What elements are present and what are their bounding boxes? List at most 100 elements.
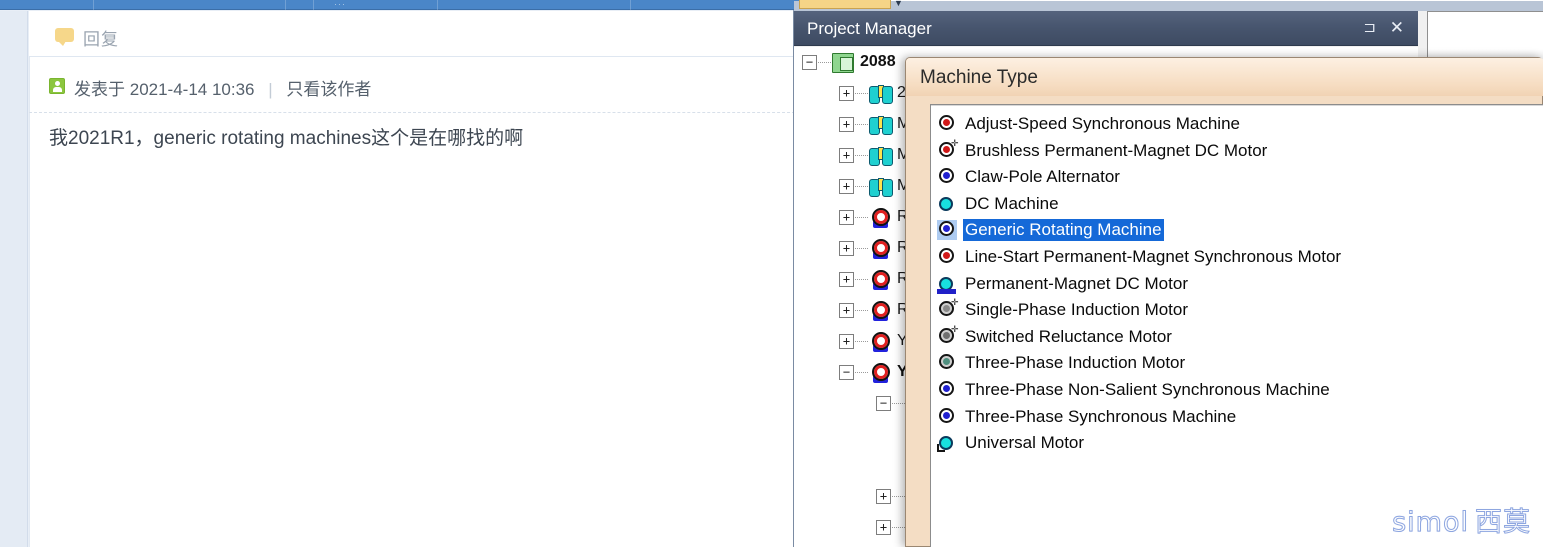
tree-expand-icon[interactable]: + — [839, 86, 854, 101]
generic-rotating-icon — [937, 220, 957, 241]
line-start-pm-icon — [937, 247, 957, 267]
machine-type-item-label: Line-Start Permanent-Magnet Synchronous … — [965, 247, 1342, 266]
watermark-latin: simol — [1392, 507, 1469, 539]
machine-type-item-label: Universal Motor — [965, 433, 1085, 453]
tree-expand-icon[interactable]: + — [839, 117, 854, 132]
three-phase-nonsalient-icon — [937, 380, 957, 400]
tree-expand-icon[interactable]: + — [839, 179, 854, 194]
tree-expand-icon[interactable]: + — [839, 241, 854, 256]
tree-expand-icon[interactable]: + — [839, 272, 854, 287]
tree-connector — [855, 217, 868, 218]
meta-separator: | — [268, 80, 273, 99]
machine-type-item-label: Three-Phase Non-Salient Synchronous Mach… — [965, 380, 1330, 399]
active-tab-indicator[interactable] — [799, 0, 891, 9]
post-meta-text: 发表于 2021-4-14 10:36 | 只看该作者 — [74, 75, 371, 100]
machine-type-listbox[interactable]: Adjust-Speed Synchronous Machine ✛ Brushle… — [930, 104, 1543, 547]
machine-type-item-label: DC Machine — [965, 193, 1059, 213]
motor-icon — [869, 363, 891, 384]
tree-expand-icon[interactable]: + — [876, 489, 891, 504]
claw-pole-icon — [937, 167, 957, 187]
three-phase-induction-icon — [937, 353, 957, 373]
author-only-link[interactable]: 只看该作者 — [286, 80, 371, 99]
posted-prefix: 发表于 — [74, 80, 125, 99]
machine-type-item-label: Three-Phase Induction Motor — [965, 353, 1186, 373]
coil-icon — [869, 146, 893, 166]
tree-connector — [855, 310, 868, 311]
machine-type-item-label: Permanent-Magnet DC Motor — [965, 273, 1188, 293]
navbar-divider — [630, 0, 631, 10]
machine-type-dialog: Machine Type Adjust-Speed Synchronous Ma… — [905, 57, 1543, 547]
listbox-inner-highlight — [931, 105, 1543, 106]
forum-left-rail — [0, 11, 28, 547]
screen-root: ··· 回复 发表于 2021-4-14 10:36 | 只看该作者 我2021… — [0, 0, 1543, 547]
tree-connector — [855, 186, 868, 187]
three-phase-sync-icon — [937, 407, 957, 427]
forum-top-navbar[interactable]: ··· — [0, 0, 800, 10]
motor-icon — [869, 270, 891, 291]
dc-machine-icon — [937, 194, 957, 214]
machine-type-item-label: Three-Phase Synchronous Machine — [965, 406, 1237, 426]
tree-collapse-icon[interactable]: − — [839, 365, 854, 380]
reply-bar[interactable]: 回复 — [29, 11, 800, 57]
coil-icon — [869, 84, 893, 104]
post-timestamp: 2021-4-14 10:36 — [129, 80, 255, 99]
coil-icon — [869, 115, 893, 135]
tree-connector — [855, 372, 868, 373]
tree-expand-icon[interactable]: + — [839, 148, 854, 163]
coil-icon — [869, 177, 893, 197]
universal-motor-icon — [937, 433, 957, 453]
motor-icon — [869, 239, 891, 260]
project-icon — [832, 53, 854, 73]
tree-connector — [892, 496, 905, 497]
switched-reluctance-icon: ✛ — [937, 324, 959, 347]
navbar-divider — [285, 0, 286, 10]
motor-icon — [869, 332, 891, 353]
reply-button-label[interactable]: 回复 — [83, 25, 119, 50]
close-icon[interactable]: ✕ — [1390, 18, 1404, 37]
speech-bubble-icon — [55, 28, 74, 46]
machine-type-item-label: Adjust-Speed Synchronous Machine — [965, 114, 1240, 133]
navbar-divider — [437, 0, 438, 10]
panel-tab-strip: ▼ — [794, 0, 1543, 11]
site-watermark: simol 西莫 — [1392, 500, 1531, 539]
sync-machine-icon — [937, 114, 957, 134]
brushless-pm-dc-icon: ✛ — [937, 138, 959, 161]
forum-page: ··· 回复 发表于 2021-4-14 10:36 | 只看该作者 我2021… — [0, 0, 800, 547]
tree-connector — [892, 527, 905, 528]
navbar-divider — [93, 0, 94, 10]
tree-expand-icon[interactable]: + — [839, 303, 854, 318]
tree-expand-icon[interactable]: + — [839, 334, 854, 349]
chevron-down-icon[interactable]: ▼ — [894, 0, 903, 8]
machine-type-titlebar: Machine Type — [906, 58, 1543, 96]
tree-node-label: 2088 — [860, 53, 896, 70]
navbar-overflow-ellipsis[interactable]: ··· — [320, 0, 360, 10]
tree-connector — [892, 403, 905, 404]
single-phase-induction-icon: ✛ — [937, 298, 959, 320]
pm-dc-motor-icon — [937, 274, 957, 294]
tree-connector — [855, 155, 868, 156]
tree-connector — [855, 93, 868, 94]
machine-type-item-label: Generic Rotating Machine — [963, 219, 1164, 242]
tree-connector — [818, 62, 831, 63]
machine-type-item-label: Switched Reluctance Motor — [965, 326, 1172, 346]
machine-type-item-label: Single-Phase Induction Motor — [965, 300, 1189, 320]
tree-expand-icon[interactable]: + — [839, 210, 854, 225]
tree-connector — [855, 279, 868, 280]
tree-collapse-icon[interactable]: − — [876, 396, 891, 411]
project-manager-titlebar: Project Manager ⊐ ✕ — [794, 11, 1418, 46]
tree-connector — [855, 248, 868, 249]
post-body-text: 我2021R1，generic rotating machines这个是在哪找的… — [49, 128, 524, 149]
tree-expand-icon[interactable]: + — [876, 520, 891, 535]
watermark-chinese: 西莫 — [1475, 507, 1531, 539]
tree-collapse-icon[interactable]: − — [802, 55, 817, 70]
motor-icon — [869, 301, 891, 322]
navbar-divider — [313, 0, 314, 10]
machine-type-item-label: Brushless Permanent-Magnet DC Motor — [965, 140, 1268, 160]
motor-icon — [869, 208, 891, 229]
project-manager-title: Project Manager — [807, 19, 932, 38]
pin-icon[interactable]: ⊐ — [1363, 19, 1376, 37]
post-meta-row: 发表于 2021-4-14 10:36 | 只看该作者 — [29, 57, 800, 113]
machine-type-item-label: Claw-Pole Alternator — [965, 167, 1120, 187]
tree-connector — [855, 124, 868, 125]
machine-type-title: Machine Type — [920, 67, 1038, 88]
